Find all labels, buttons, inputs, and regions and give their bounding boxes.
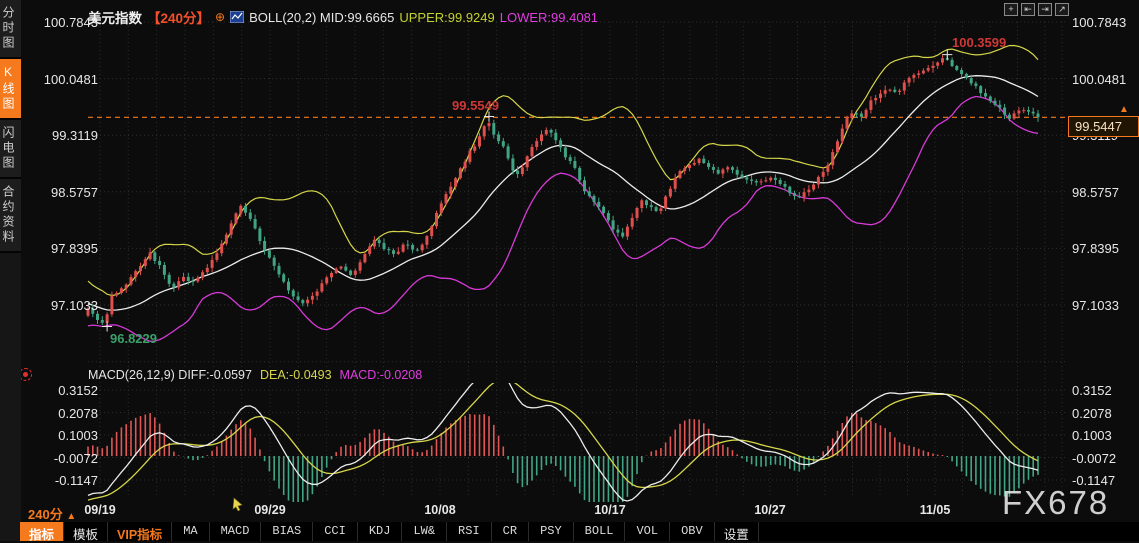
macd-axis-label-left: -0.1147 xyxy=(54,473,98,488)
indicator-toolbar: 指标 模板 VIP指标 MA MACD BIAS CCI KDJ LW& RSI CR PSY BOLL… xyxy=(20,522,1139,542)
price-axis-label-left: 97.8395 xyxy=(51,241,98,257)
date-axis-label: 09/19 xyxy=(84,503,116,517)
toolbar-item-设置[interactable]: 设置 xyxy=(715,522,759,542)
macd-axis-label-right: -0.0072 xyxy=(1072,450,1117,466)
draw-cursor-icon xyxy=(232,497,244,516)
candlestick-chart-canvas[interactable] xyxy=(0,0,1139,541)
sidebar-tab-闪电图[interactable]: 闪电图 xyxy=(0,120,21,179)
axis-scale-left-icon[interactable]: ⇤ xyxy=(1021,3,1035,16)
swing-low-annotation: 96.8229 xyxy=(110,331,157,346)
price-axis-label-right: 97.8395 xyxy=(1072,241,1119,257)
left-sidebar: 分时图 K线图 闪电图 合约资料 xyxy=(0,0,21,541)
axis-scale-right-icon[interactable]: ⇥ xyxy=(1038,3,1052,16)
toolbar-item-VIP指标[interactable]: VIP指标 xyxy=(108,522,173,542)
chart-header: 美元指数 【240分】 ⊕ BOLL(20,2) MID:99.6665 UPP… xyxy=(88,7,598,27)
period-selector-label: 240分 xyxy=(28,507,63,522)
exit-chart-icon[interactable]: ↗ xyxy=(1055,3,1069,16)
boll-mid-readout: BOLL(20,2) MID:99.6665 xyxy=(249,9,395,25)
top-high-annotation: 100.3599 xyxy=(952,35,1007,50)
toolbar-item-VOL[interactable]: VOL xyxy=(625,522,671,541)
toolbar-item-模板[interactable]: 模板 xyxy=(64,522,109,542)
date-axis-label: 10/17 xyxy=(594,503,626,517)
sidebar-tab-分时图[interactable]: 分时图 xyxy=(0,0,21,59)
price-axis-label-right: 100.0481 xyxy=(1072,71,1127,87)
price-axis-label-left: 98.5757 xyxy=(51,184,98,200)
price-axis-label-left: 100.7843 xyxy=(43,15,98,30)
toolbar-item-BOLL[interactable]: BOLL xyxy=(574,522,626,541)
date-axis-label: 10/27 xyxy=(754,503,786,517)
macd-axis-label-right: 0.3152 xyxy=(1072,383,1112,399)
period-selector[interactable]: 240分 ▲ xyxy=(28,504,76,523)
macd-dea-readout: DEA:-0.0493 xyxy=(259,368,332,382)
toolbar-item-RSI[interactable]: RSI xyxy=(447,522,492,541)
swing-high-annotation: 99.5549 xyxy=(452,98,499,113)
macd-axis-label-left: -0.0072 xyxy=(53,450,98,466)
toolbar-item-CCI[interactable]: CCI xyxy=(313,522,358,541)
boll-upper-readout: UPPER:99.9249 xyxy=(399,9,495,25)
macd-axis-label-left: 0.2078 xyxy=(58,405,98,421)
sidebar-tab-合约资料[interactable]: 合约资料 xyxy=(0,179,21,253)
crosshair-icon[interactable]: + xyxy=(1004,3,1018,16)
chart-window: 分时图 K线图 闪电图 合约资料 美元指数 【240分】 ⊕ BOLL(20,2) M… xyxy=(0,0,1139,542)
toolbar-item-MA[interactable]: MA xyxy=(172,522,210,541)
toolbar-item-LW&[interactable]: LW& xyxy=(402,522,448,541)
mini-chart-icon xyxy=(229,10,245,24)
chart-tool-buttons: + ⇤ ⇥ ↗ xyxy=(1004,3,1069,16)
macd-header: MACD(26,12,9) DIFF:-0.0597 DEA:-0.0493 M… xyxy=(88,368,422,382)
price-axis-label-right: 98.5757 xyxy=(1072,184,1119,200)
price-tag-arrow-icon[interactable]: ▲ xyxy=(1119,104,1129,115)
macd-axis-label-right: 0.2078 xyxy=(1072,405,1112,421)
price-axis-label-right: 100.7843 xyxy=(1072,15,1127,30)
toolbar-item-MACD[interactable]: MACD xyxy=(210,522,262,541)
macd-diff-readout: MACD(26,12,9) DIFF:-0.0597 xyxy=(88,368,252,382)
macd-axis-label-left: 0.1003 xyxy=(58,428,98,443)
price-axis-label-left: 97.1033 xyxy=(51,297,98,313)
price-axis-label-left: 100.0481 xyxy=(43,71,98,87)
symbol-title: 美元指数 xyxy=(88,11,142,26)
period-label: 【240分】 xyxy=(147,11,211,26)
boll-lower-readout: LOWER:99.4081 xyxy=(499,9,599,25)
macd-macd-readout: MACD:-0.0208 xyxy=(339,368,423,382)
watermark: FX678 xyxy=(1002,484,1110,521)
toolbar-item-KDJ[interactable]: KDJ xyxy=(358,522,403,541)
price-axis-label-right: 97.1033 xyxy=(1072,297,1119,313)
toolbar-item-PSY[interactable]: PSY xyxy=(529,522,574,541)
macd-axis-label-right: 0.1003 xyxy=(1072,428,1112,443)
date-axis-label: 11/05 xyxy=(919,503,951,517)
date-axis-label: 09/29 xyxy=(254,503,286,517)
price-axis-label-left: 99.3119 xyxy=(51,128,98,144)
toolbar-item-CR[interactable]: CR xyxy=(492,522,530,541)
toolbar-item-OBV[interactable]: OBV xyxy=(670,522,715,541)
toolbar-item-指标[interactable]: 指标 xyxy=(20,522,65,542)
link-icon[interactable]: ⊕ xyxy=(215,10,225,24)
period-collapse-icon: ▲ xyxy=(66,511,77,522)
last-price-tag: 99.5447 xyxy=(1068,116,1139,137)
macd-axis-label-left: 0.3152 xyxy=(58,383,98,399)
date-axis-label: 10/08 xyxy=(424,503,456,517)
toolbar-item-BIAS[interactable]: BIAS xyxy=(261,522,314,541)
sidebar-tab-K线图[interactable]: K线图 xyxy=(0,59,21,120)
